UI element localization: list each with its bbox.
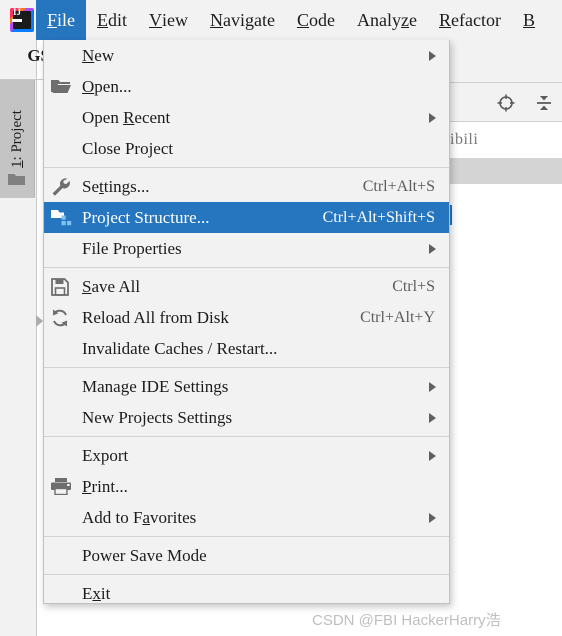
menu-item-label: New <box>82 45 115 65</box>
menu-item-shortcut: Ctrl+Alt+Y <box>360 308 435 326</box>
menu-item-label: Power Save Mode <box>82 545 207 565</box>
menu-item-label: Close Project <box>82 138 174 158</box>
menu-item-label: Save All <box>82 276 141 296</box>
logo-letters: IJ <box>12 7 21 17</box>
intellij-logo-icon: IJ <box>8 6 36 34</box>
menu-item-label: Settings... <box>82 176 150 196</box>
menu-item-new-projects-settings[interactable]: New Projects Settings <box>44 402 449 433</box>
menu-item-label: Manage IDE Settings <box>82 376 229 396</box>
menu-item-open[interactable]: Open... <box>44 71 449 102</box>
watermark-text: CSDN @FBI HackerHarry浩 <box>312 612 501 629</box>
submenu-arrow-icon <box>429 112 436 123</box>
menu-item-reload-all-from-disk[interactable]: Reload All from Disk Ctrl+Alt+Y <box>44 302 449 333</box>
menu-bar-item-code[interactable]: Code <box>286 0 346 40</box>
menu-item-label: Export <box>82 445 129 465</box>
submenu-arrow-icon <box>429 381 436 392</box>
project-tree-selected-row[interactable] <box>450 158 562 184</box>
menu-item-label: Add to Favorites <box>82 507 197 527</box>
menu-item-power-save-mode[interactable]: Power Save Mode <box>44 540 449 571</box>
submenu-arrow-icon <box>429 512 436 523</box>
menu-item-invalidate-caches-restart[interactable]: Invalidate Caches / Restart... <box>44 333 449 364</box>
menu-item-exit[interactable]: Exit <box>44 578 449 609</box>
menu-item-label: New Projects Settings <box>82 407 233 427</box>
menu-item-add-to-favorites[interactable]: Add to Favorites <box>44 502 449 533</box>
menu-item-close-project[interactable]: Close Project <box>44 133 449 164</box>
menu-item-export[interactable]: Export <box>44 440 449 471</box>
menu-separator <box>44 167 449 168</box>
menu-item-shortcut: Ctrl+S <box>392 277 435 295</box>
menu-item-label: Invalidate Caches / Restart... <box>82 338 278 358</box>
folder-icon <box>8 172 26 186</box>
menu-bar-item-file[interactable]: File <box>36 0 87 40</box>
save-icon <box>50 277 72 297</box>
menu-item-label: Open... <box>82 76 132 96</box>
submenu-arrow-icon <box>429 450 436 461</box>
menu-item-manage-ide-settings[interactable]: Manage IDE Settings <box>44 371 449 402</box>
editor-tab-strip <box>450 40 562 83</box>
menu-separator <box>44 267 449 268</box>
menu-item-label: Open Recent <box>82 107 171 127</box>
menu-item-save-all[interactable]: Save All Ctrl+S <box>44 271 449 302</box>
menu-bar-item-navigate[interactable]: Navigate <box>199 0 286 40</box>
menu-item-shortcut: Ctrl+Alt+Shift+S <box>322 208 435 226</box>
menu-item-open-recent[interactable]: Open Recent <box>44 102 449 133</box>
menu-item-label: Project Structure... <box>82 207 210 227</box>
menu-separator <box>44 574 449 575</box>
menu-item-label: File Properties <box>82 238 182 258</box>
submenu-arrow-icon <box>429 50 436 61</box>
menu-bar-item-view[interactable]: View <box>138 0 199 40</box>
reload-icon <box>50 308 72 328</box>
menu-bar-item-analyze[interactable]: Analy z e <box>346 0 428 40</box>
module-icon <box>50 208 72 228</box>
menu-bar-item-refactor[interactable]: Refactor <box>428 0 512 40</box>
menu-item-settings[interactable]: Settings... Ctrl+Alt+S <box>44 171 449 202</box>
file-menu-dropdown: New Open... Open Recent Close Project Settin… <box>43 40 450 604</box>
project-tree-area <box>450 184 562 636</box>
tree-highlight-marker <box>450 205 452 225</box>
menu-bar-items: File Edit View Navigate Code Analy z e Refactor B <box>36 0 546 40</box>
submenu-arrow-icon <box>429 412 436 423</box>
collapse-all-icon[interactable] <box>534 93 554 113</box>
printer-icon <box>50 477 72 497</box>
intellij-idea-window: IJ File Edit View Navigate Code Analy z e Refact… <box>0 0 562 636</box>
menu-bar-item-b[interactable]: B <box>512 0 546 40</box>
menu-separator <box>44 367 449 368</box>
locate-icon[interactable] <box>496 93 516 113</box>
wrench-icon <box>50 177 72 197</box>
menu-item-label: Reload All from Disk <box>82 307 229 327</box>
menu-item-shortcut: Ctrl+Alt+S <box>362 177 435 195</box>
menu-bar-item-edit[interactable]: Edit <box>86 0 138 40</box>
submenu-arrow-icon <box>429 243 436 254</box>
menu-item-new[interactable]: New <box>44 40 449 71</box>
menu-item-file-properties[interactable]: File Properties <box>44 233 449 264</box>
main-menu-bar: IJ File Edit View Navigate Code Analy z e Refact… <box>0 0 562 40</box>
menu-separator <box>44 436 449 437</box>
expand-arrow-icon[interactable] <box>36 315 43 327</box>
menu-item-print[interactable]: Print... <box>44 471 449 502</box>
menu-separator <box>44 536 449 537</box>
open-folder-icon <box>50 77 72 97</box>
project-tree-node-label: ibili <box>450 131 479 148</box>
menu-item-label: Exit <box>82 583 111 603</box>
menu-item-label: Print... <box>82 476 128 496</box>
menu-item-project-structure[interactable]: Project Structure... Ctrl+Alt+Shift+S <box>44 202 449 233</box>
